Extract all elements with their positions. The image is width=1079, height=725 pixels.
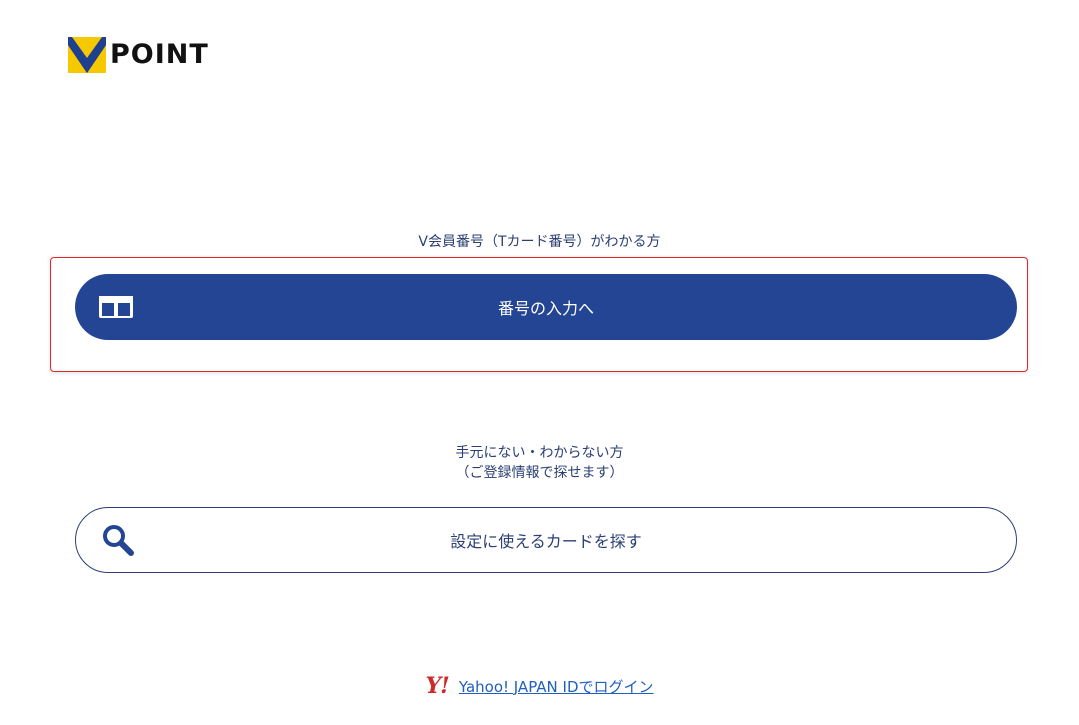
card-icon bbox=[99, 296, 133, 318]
find-card-label: 設定に使えるカードを探す bbox=[450, 532, 642, 551]
search-caption: 手元にない・わからない方 （ご登録情報で探せます） bbox=[0, 443, 1079, 483]
enter-number-button[interactable]: 番号の入力へ bbox=[75, 274, 1017, 340]
v-logo-icon bbox=[68, 37, 106, 73]
yahoo-logo-icon: Y! bbox=[425, 673, 449, 699]
v-point-logo[interactable]: POINT bbox=[68, 37, 209, 73]
member-number-caption: V会員番号（Tカード番号）がわかる方 bbox=[418, 234, 661, 250]
logo-text: POINT bbox=[110, 39, 209, 70]
yahoo-login-link[interactable]: Yahoo! JAPAN IDでログイン bbox=[459, 676, 654, 697]
search-caption-line1: 手元にない・わからない方 bbox=[455, 445, 624, 461]
find-card-button[interactable]: 設定に使えるカードを探す bbox=[75, 507, 1017, 573]
search-icon bbox=[103, 525, 134, 556]
search-caption-line2: （ご登録情報で探せます） bbox=[455, 465, 624, 481]
enter-number-label: 番号の入力へ bbox=[497, 299, 594, 318]
page: POINT V会員番号（Tカード番号）がわかる方 番号の入力へ 手元にない・わか… bbox=[0, 0, 1079, 725]
yahoo-login: Y! Yahoo! JAPAN IDでログイン bbox=[0, 674, 1079, 698]
